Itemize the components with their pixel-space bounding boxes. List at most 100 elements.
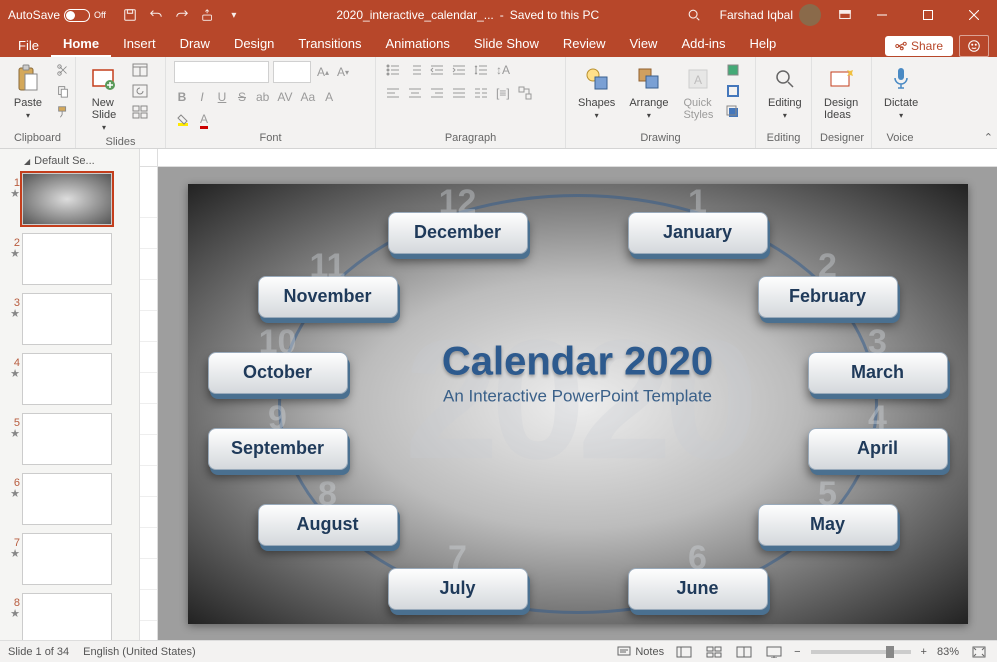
smartart-icon[interactable] bbox=[516, 84, 534, 102]
ribbon-display-icon[interactable] bbox=[837, 7, 853, 23]
close-button[interactable] bbox=[951, 0, 997, 30]
shape-outline-icon[interactable] bbox=[724, 82, 742, 100]
month-september[interactable]: 9September bbox=[208, 428, 348, 470]
fit-to-window-icon[interactable] bbox=[969, 644, 989, 660]
zoom-level[interactable]: 83% bbox=[937, 646, 959, 658]
thumbnail-4[interactable]: 4★ bbox=[2, 351, 137, 411]
share-button[interactable]: Share bbox=[885, 36, 953, 56]
save-icon[interactable] bbox=[122, 7, 138, 23]
font-color-icon[interactable]: A bbox=[196, 111, 212, 129]
month-july[interactable]: 7July bbox=[388, 568, 528, 610]
quick-styles-button[interactable]: A Quick Styles bbox=[678, 61, 718, 123]
format-painter-icon[interactable] bbox=[54, 103, 72, 121]
maximize-button[interactable] bbox=[905, 0, 951, 30]
start-from-beginning-icon[interactable] bbox=[200, 7, 216, 23]
text-direction-icon[interactable]: ↕A bbox=[494, 61, 512, 79]
clear-format-icon[interactable]: A bbox=[321, 88, 337, 106]
user-account[interactable]: Farshad Iqbal bbox=[710, 4, 831, 26]
font-name-combo[interactable] bbox=[174, 61, 269, 83]
month-january[interactable]: 1January bbox=[628, 212, 768, 254]
month-june[interactable]: 6June bbox=[628, 568, 768, 610]
undo-icon[interactable] bbox=[148, 7, 164, 23]
indent-inc-icon[interactable] bbox=[450, 61, 468, 79]
align-right-icon[interactable] bbox=[428, 84, 446, 102]
numbering-icon[interactable] bbox=[406, 61, 424, 79]
align-center-icon[interactable] bbox=[406, 84, 424, 102]
shadow-icon[interactable]: ab bbox=[254, 88, 271, 106]
reset-icon[interactable] bbox=[130, 82, 150, 100]
shapes-button[interactable]: Shapes ▾ bbox=[574, 61, 619, 122]
increase-font-icon[interactable]: A▴ bbox=[315, 63, 331, 81]
align-text-icon[interactable]: [≡] bbox=[494, 84, 512, 102]
change-case-icon[interactable]: Aa bbox=[298, 88, 317, 106]
cut-icon[interactable] bbox=[54, 61, 72, 79]
redo-icon[interactable] bbox=[174, 7, 190, 23]
sorter-view-icon[interactable] bbox=[704, 644, 724, 660]
tab-help[interactable]: Help bbox=[738, 31, 789, 57]
italic-icon[interactable]: I bbox=[194, 88, 210, 106]
thumbnail-1[interactable]: 1★ bbox=[2, 171, 137, 231]
slide-canvas-area[interactable]: 2020 Calendar 2020 An Interactive PowerP… bbox=[158, 167, 997, 640]
slideshow-view-icon[interactable] bbox=[764, 644, 784, 660]
zoom-slider[interactable] bbox=[811, 650, 911, 654]
paste-button[interactable]: Paste ▾ bbox=[8, 61, 48, 122]
thumbnail-3[interactable]: 3★ bbox=[2, 291, 137, 351]
tab-view[interactable]: View bbox=[618, 31, 670, 57]
month-august[interactable]: 8August bbox=[258, 504, 398, 546]
month-april[interactable]: 4April bbox=[808, 428, 948, 470]
tab-design[interactable]: Design bbox=[222, 31, 286, 57]
slide-counter[interactable]: Slide 1 of 34 bbox=[8, 646, 69, 658]
thumbnail-2[interactable]: 2★ bbox=[2, 231, 137, 291]
qat-more-icon[interactable]: ▾ bbox=[226, 7, 242, 23]
section-icon[interactable] bbox=[130, 103, 150, 121]
tab-file[interactable]: File bbox=[6, 33, 51, 57]
reading-view-icon[interactable] bbox=[734, 644, 754, 660]
month-october[interactable]: 10October bbox=[208, 352, 348, 394]
arrange-button[interactable]: Arrange ▾ bbox=[625, 61, 672, 122]
language-status[interactable]: English (United States) bbox=[83, 646, 196, 658]
thumbnail-8[interactable]: 8★ bbox=[2, 591, 137, 640]
notes-button[interactable]: Notes bbox=[617, 646, 664, 658]
align-left-icon[interactable] bbox=[384, 84, 402, 102]
columns-icon[interactable] bbox=[472, 84, 490, 102]
minimize-button[interactable] bbox=[859, 0, 905, 30]
bullets-icon[interactable] bbox=[384, 61, 402, 79]
design-ideas-button[interactable]: Design Ideas bbox=[820, 61, 862, 123]
tab-draw[interactable]: Draw bbox=[168, 31, 222, 57]
collapse-ribbon-icon[interactable]: ⌃ bbox=[984, 131, 993, 144]
slide-thumbnails-panel[interactable]: ◢ Default Se... 1★2★3★4★5★6★7★8★ bbox=[0, 149, 140, 640]
tab-insert[interactable]: Insert bbox=[111, 31, 168, 57]
justify-icon[interactable] bbox=[450, 84, 468, 102]
month-february[interactable]: 2February bbox=[758, 276, 898, 318]
search-icon[interactable] bbox=[686, 7, 702, 23]
tab-review[interactable]: Review bbox=[551, 31, 618, 57]
thumbnail-5[interactable]: 5★ bbox=[2, 411, 137, 471]
spacing-icon[interactable]: AV bbox=[275, 88, 294, 106]
month-may[interactable]: 5May bbox=[758, 504, 898, 546]
thumbnail-7[interactable]: 7★ bbox=[2, 531, 137, 591]
zoom-out-button[interactable]: − bbox=[794, 646, 800, 658]
tab-transitions[interactable]: Transitions bbox=[286, 31, 373, 57]
strikethrough-icon[interactable]: S bbox=[234, 88, 250, 106]
feedback-button[interactable] bbox=[959, 35, 989, 57]
normal-view-icon[interactable] bbox=[674, 644, 694, 660]
new-slide-button[interactable]: New Slide ▾ bbox=[84, 61, 124, 134]
tab-slide-show[interactable]: Slide Show bbox=[462, 31, 551, 57]
indent-dec-icon[interactable] bbox=[428, 61, 446, 79]
shape-fill-icon[interactable] bbox=[724, 61, 742, 79]
month-november[interactable]: 11November bbox=[258, 276, 398, 318]
tab-home[interactable]: Home bbox=[51, 31, 111, 57]
zoom-in-button[interactable]: + bbox=[921, 646, 927, 658]
autosave-toggle[interactable]: AutoSave Off bbox=[0, 8, 114, 22]
slide-content[interactable]: 2020 Calendar 2020 An Interactive PowerP… bbox=[188, 184, 968, 624]
section-header[interactable]: ◢ Default Se... bbox=[2, 153, 137, 171]
dictate-button[interactable]: Dictate ▾ bbox=[880, 61, 922, 122]
tab-animations[interactable]: Animations bbox=[374, 31, 462, 57]
layout-icon[interactable] bbox=[130, 61, 150, 79]
line-spacing-icon[interactable] bbox=[472, 61, 490, 79]
tab-add-ins[interactable]: Add-ins bbox=[669, 31, 737, 57]
decrease-font-icon[interactable]: A▾ bbox=[335, 63, 351, 81]
underline-icon[interactable]: U bbox=[214, 88, 230, 106]
font-size-combo[interactable] bbox=[273, 61, 311, 83]
month-december[interactable]: 12December bbox=[388, 212, 528, 254]
